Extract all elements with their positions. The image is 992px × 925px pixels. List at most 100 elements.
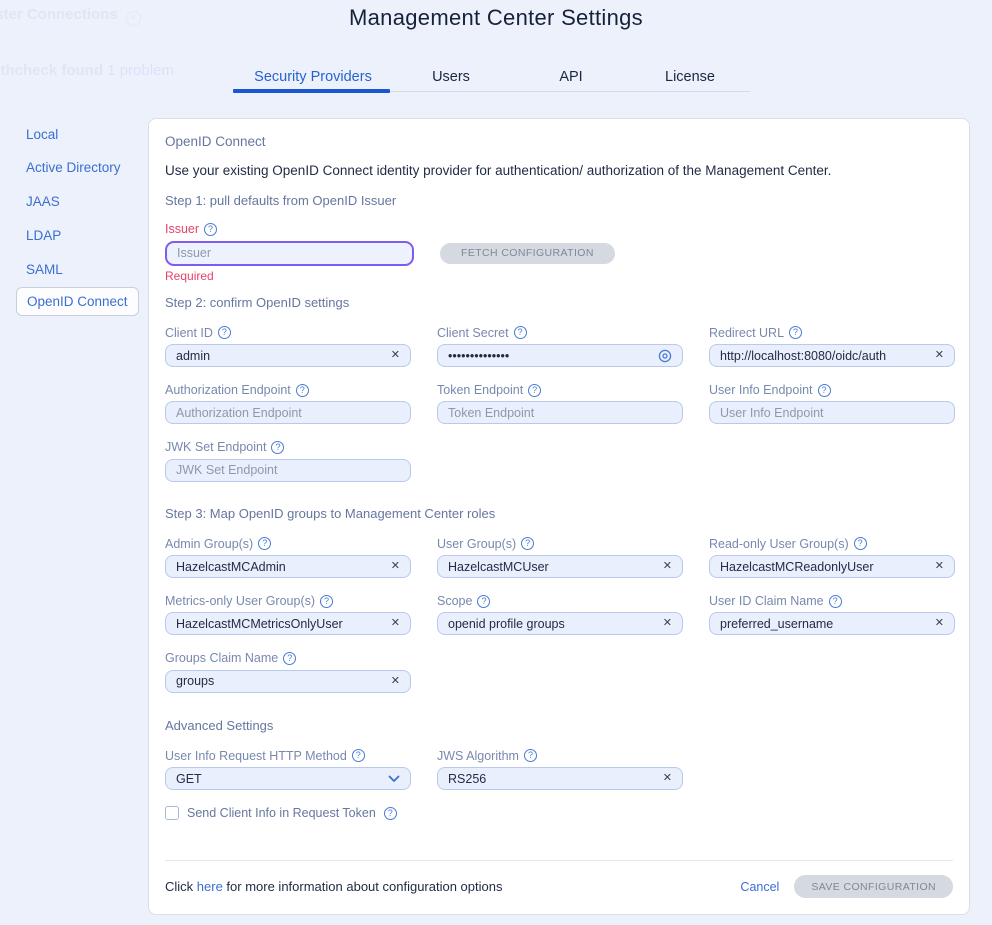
fetch-configuration-button[interactable]: FETCH CONFIGURATION [440, 243, 615, 264]
help-icon[interactable]: ? [352, 749, 365, 762]
more-info-link[interactable]: here [197, 879, 223, 894]
issuer-input[interactable] [165, 241, 414, 266]
client-secret-input-field[interactable] [448, 349, 652, 363]
jwk-set-endpoint-input-field[interactable] [176, 463, 400, 477]
help-icon[interactable]: ? [524, 749, 537, 762]
issuer-row: FETCH CONFIGURATION [165, 241, 953, 266]
issuer-label-text: Issuer [165, 222, 199, 236]
jwk-set-endpoint-input[interactable] [165, 459, 411, 482]
sidebar-item-openid-connect[interactable]: OpenID Connect [16, 287, 139, 316]
readonly-groups-label: Read-only User Group(s) [709, 537, 849, 551]
token-endpoint-input-field[interactable] [448, 406, 672, 420]
clear-icon[interactable]: ✕ [935, 561, 944, 572]
help-icon[interactable]: ? [818, 384, 831, 397]
cancel-button[interactable]: Cancel [740, 880, 779, 894]
field-jws-algorithm: JWS Algorithm ? ✕ [437, 749, 683, 790]
help-icon[interactable]: ? [528, 384, 541, 397]
token-endpoint-input[interactable] [437, 401, 683, 424]
step3-title: Step 3: Map OpenID groups to Management … [165, 507, 953, 522]
sidebar-item-local[interactable]: Local [26, 127, 58, 142]
clear-icon[interactable]: ✕ [391, 350, 400, 361]
field-jwk-set-endpoint: JWK Set Endpoint ? [165, 440, 411, 481]
jws-algorithm-input-field[interactable] [448, 772, 657, 786]
scope-input[interactable]: ✕ [437, 612, 683, 635]
chevron-down-icon[interactable] [388, 775, 400, 783]
footer-divider [165, 860, 953, 861]
jwk-set-endpoint-label: JWK Set Endpoint [165, 440, 266, 454]
sidebar-item-active-directory[interactable]: Active Directory [26, 160, 121, 175]
user-info-endpoint-input[interactable] [709, 401, 955, 424]
metrics-groups-input[interactable]: ✕ [165, 612, 411, 635]
clear-icon[interactable]: ✕ [935, 350, 944, 361]
clear-icon[interactable]: ✕ [663, 773, 672, 784]
step2-row-3: JWK Set Endpoint ? [165, 440, 953, 481]
more-info-prefix: Click [165, 879, 197, 894]
authorization-endpoint-input-field[interactable] [176, 406, 400, 420]
help-icon[interactable]: ? [514, 326, 527, 339]
help-icon[interactable]: ? [258, 537, 271, 550]
scope-label: Scope [437, 594, 472, 608]
metrics-groups-input-field[interactable] [176, 617, 385, 631]
clear-icon[interactable]: ✕ [663, 618, 672, 629]
help-icon[interactable]: ? [283, 652, 296, 665]
client-id-input[interactable]: ✕ [165, 344, 411, 367]
scope-input-field[interactable] [448, 617, 657, 631]
settings-tabs: Security Providers Users API License [233, 68, 750, 94]
openid-connect-panel: OpenID Connect Use your existing OpenID … [148, 118, 970, 915]
help-icon[interactable]: ? [384, 807, 397, 820]
tab-security-providers[interactable]: Security Providers [254, 69, 372, 85]
more-info-text: Click here for more information about co… [165, 879, 502, 894]
readonly-groups-input[interactable]: ✕ [709, 555, 955, 578]
readonly-groups-input-field[interactable] [720, 560, 929, 574]
http-method-select[interactable]: GET [165, 767, 411, 790]
groups-claim-input-field[interactable] [176, 674, 385, 688]
authorization-endpoint-input[interactable] [165, 401, 411, 424]
groups-claim-input[interactable]: ✕ [165, 670, 411, 693]
user-id-claim-input-field[interactable] [720, 617, 929, 631]
authorization-endpoint-label: Authorization Endpoint [165, 383, 291, 397]
sidebar-item-jaas[interactable]: JAAS [26, 194, 60, 209]
help-icon[interactable]: ? [218, 326, 231, 339]
field-client-secret: Client Secret ? [437, 326, 683, 367]
tab-api[interactable]: API [559, 69, 582, 85]
send-client-info-checkbox[interactable] [165, 806, 179, 820]
client-id-input-field[interactable] [176, 349, 385, 363]
help-icon[interactable]: ? [521, 537, 534, 550]
step3-row-3: Groups Claim Name ? ✕ [165, 651, 953, 692]
admin-groups-input-field[interactable] [176, 560, 385, 574]
clear-icon[interactable]: ✕ [391, 561, 400, 572]
help-icon[interactable]: ? [271, 441, 284, 454]
help-icon[interactable]: ? [789, 326, 802, 339]
save-configuration-button[interactable]: SAVE CONFIGURATION [794, 875, 953, 898]
show-password-eye-icon[interactable] [658, 349, 672, 363]
field-http-method: User Info Request HTTP Method ? GET [165, 749, 411, 790]
user-groups-input[interactable]: ✕ [437, 555, 683, 578]
clear-icon[interactable]: ✕ [391, 618, 400, 629]
help-icon[interactable]: ? [320, 595, 333, 608]
tab-users[interactable]: Users [432, 69, 470, 85]
admin-groups-input[interactable]: ✕ [165, 555, 411, 578]
client-secret-input[interactable] [437, 344, 683, 367]
redirect-url-input[interactable]: ✕ [709, 344, 955, 367]
clear-icon[interactable]: ✕ [935, 618, 944, 629]
redirect-url-input-field[interactable] [720, 349, 929, 363]
clear-icon[interactable]: ✕ [663, 561, 672, 572]
help-icon[interactable]: ? [854, 537, 867, 550]
sidebar-item-saml[interactable]: SAML [26, 262, 63, 277]
user-id-claim-label: User ID Claim Name [709, 594, 824, 608]
clear-icon[interactable]: ✕ [391, 676, 400, 687]
token-endpoint-label: Token Endpoint [437, 383, 523, 397]
help-icon[interactable]: ? [829, 595, 842, 608]
field-metrics-groups: Metrics-only User Group(s) ? ✕ [165, 594, 411, 635]
issuer-input-field[interactable] [177, 246, 402, 260]
jws-algorithm-input[interactable]: ✕ [437, 767, 683, 790]
user-groups-input-field[interactable] [448, 560, 657, 574]
help-icon[interactable]: ? [204, 223, 217, 236]
user-info-endpoint-input-field[interactable] [720, 406, 944, 420]
advanced-settings-title: Advanced Settings [165, 719, 953, 734]
sidebar-item-ldap[interactable]: LDAP [26, 228, 61, 243]
tab-license[interactable]: License [665, 69, 715, 85]
help-icon[interactable]: ? [477, 595, 490, 608]
user-id-claim-input[interactable]: ✕ [709, 612, 955, 635]
help-icon[interactable]: ? [296, 384, 309, 397]
